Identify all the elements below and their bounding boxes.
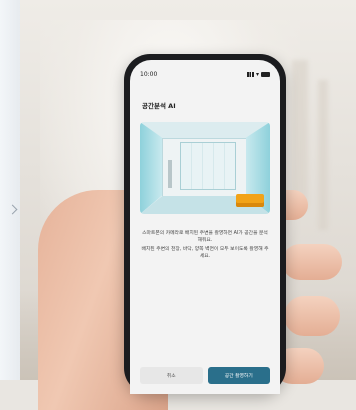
description: 스마트폰의 카메라로 배치된 주변을 촬영하면 AI가 공간을 분석해줘요. 배… (140, 230, 270, 262)
smartphone: 10:00 ▾ 공간분석 AI 스마트폰의 카메라로 배치된 주변을 촬영하면 … (124, 54, 286, 394)
button-row: 취소 공간 촬영하기 (140, 367, 270, 384)
battery-icon (261, 71, 270, 77)
status-bar: 10:00 ▾ (140, 69, 270, 79)
page-title: 공간분석 AI (142, 102, 176, 110)
left-panel-edge (0, 0, 20, 380)
status-icons: ▾ (246, 70, 270, 78)
finger (284, 296, 340, 336)
illustration-lamp (168, 160, 172, 188)
wifi-icon: ▾ (255, 70, 259, 78)
status-time: 10:00 (140, 70, 158, 78)
illustration-window (180, 142, 236, 190)
signal-icon (246, 71, 254, 77)
finger (282, 244, 342, 280)
cancel-button[interactable]: 취소 (140, 367, 203, 384)
description-line-2: 배치된 주변의 천장, 바닥, 양쪽 벽면이 모두 보이도록 촬영해 주세요. (141, 247, 269, 259)
start-capture-button[interactable]: 공간 촬영하기 (207, 367, 270, 384)
illustration-sofa (236, 194, 264, 207)
room-illustration (140, 122, 270, 214)
phone-screen: 10:00 ▾ 공간분석 AI 스마트폰의 카메라로 배치된 주변을 촬영하면 … (130, 60, 280, 394)
description-line-1: 스마트폰의 카메라로 배치된 주변을 촬영하면 AI가 공간을 분석해줘요. (142, 231, 268, 243)
